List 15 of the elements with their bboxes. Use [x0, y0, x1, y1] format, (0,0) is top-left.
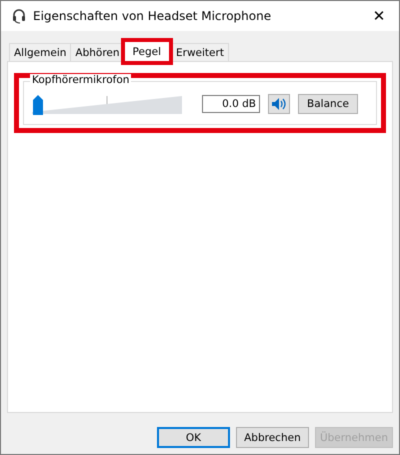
- slider-thumb[interactable]: [32, 94, 44, 116]
- mute-button[interactable]: [268, 94, 290, 114]
- close-button[interactable]: ✕: [359, 1, 399, 31]
- level-slider[interactable]: [32, 92, 182, 116]
- speaker-icon: [271, 97, 287, 111]
- balance-button[interactable]: Balance: [298, 94, 358, 114]
- tab[interactable]: Allgemein: [9, 43, 72, 61]
- group-title: Kopfhörermikrofon: [30, 74, 132, 86]
- dialog-button[interactable]: Abbrechen: [236, 427, 309, 448]
- level-value-field[interactable]: 0.0 dB: [202, 95, 260, 113]
- headset-icon: [11, 8, 27, 24]
- tab[interactable]: Erweitert: [171, 43, 229, 61]
- tab[interactable]: Pegel: [124, 41, 170, 62]
- dialog-button[interactable]: OK: [156, 427, 230, 448]
- window-title: Eigenschaften von Headset Microphone: [33, 9, 272, 23]
